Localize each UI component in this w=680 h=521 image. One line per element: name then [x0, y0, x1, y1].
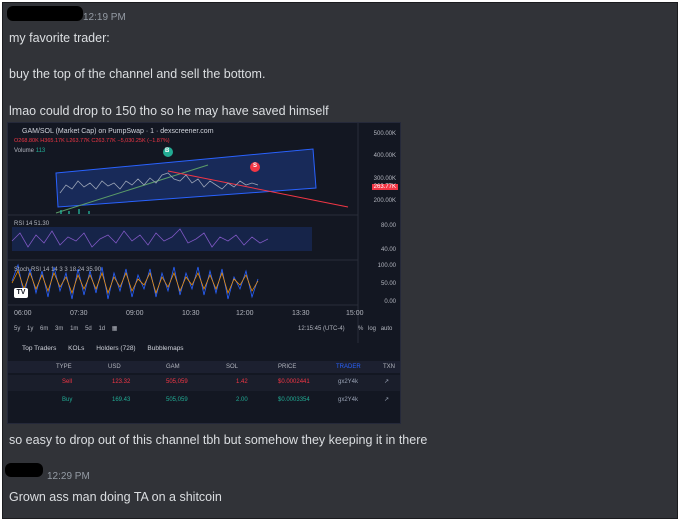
time-axis-label: 10:30 — [182, 310, 200, 317]
col-sol[interactable]: SOL — [226, 364, 238, 370]
volume-bars — [60, 209, 90, 214]
stoch-rsi-label: Stoch RSI 14 14 3 3 18.24 35.90 — [14, 267, 102, 273]
trade-usd: 123.32 — [112, 379, 131, 385]
time-axis-label: 13:30 — [292, 310, 310, 317]
range-selector: 5y 1y 6m 3m 1m 5d 1d ▦ — [14, 325, 117, 332]
message-text: so easy to drop out of this channel tbh … — [9, 433, 428, 447]
redacted-username — [7, 6, 83, 21]
external-link-icon[interactable]: ↗ — [384, 378, 389, 385]
trade-sol: 2.00 — [236, 397, 248, 403]
message-timestamp: 12:19 PM — [83, 12, 126, 23]
trader-link[interactable]: gx2Y4k — [338, 379, 358, 385]
chart-screenshot[interactable]: GAM/SOL (Market Cap) on PumpSwap · 1 · d… — [7, 122, 401, 424]
stoch-axis-label: 0.00 — [384, 299, 396, 305]
chart-clock: 12:15:45 (UTC-4) — [298, 326, 345, 332]
message-text: buy the top of the channel and sell the … — [9, 67, 266, 81]
rsi-axis-label: 40.00 — [380, 247, 396, 253]
message-text: lmao could drop to 150 tho so he may hav… — [9, 104, 329, 118]
price-axis-label: 500.00K — [373, 131, 396, 137]
tradingview-logo: TV — [14, 288, 28, 298]
col-trader[interactable]: TRADER — [336, 364, 361, 370]
tab-kols[interactable]: KOLs — [68, 345, 84, 352]
range-5d[interactable]: 5d — [85, 326, 92, 332]
scale-toggles: % log auto — [358, 326, 392, 332]
range-6m[interactable]: 6m — [40, 326, 48, 332]
current-price-tag: 263.77K — [371, 184, 398, 190]
time-axis-label: 15:00 — [346, 310, 364, 317]
redacted-username — [5, 463, 43, 477]
range-3m[interactable]: 3m — [55, 326, 63, 332]
range-1m[interactable]: 1m — [70, 326, 78, 332]
time-axis-label: 12:00 — [236, 310, 254, 317]
calendar-icon[interactable]: ▦ — [112, 326, 118, 332]
external-link-icon[interactable]: ↗ — [384, 396, 389, 403]
time-axis-label: 06:00 — [14, 310, 32, 317]
trade-price: $0.0002441 — [278, 379, 310, 385]
message-text: Grown ass man doing TA on a shitcoin — [9, 490, 222, 504]
percent-toggle[interactable]: % — [358, 326, 363, 332]
time-axis-label: 07:30 — [70, 310, 88, 317]
trade-usd: 169.43 — [112, 397, 131, 403]
col-type[interactable]: TYPE — [56, 364, 72, 370]
range-5y[interactable]: 5y — [14, 326, 20, 332]
rsi-label: RSI 14 51.30 — [14, 221, 50, 227]
chat-window: 12:19 PM my favorite trader: buy the top… — [2, 2, 678, 519]
range-1d[interactable]: 1d — [98, 326, 105, 332]
auto-toggle[interactable]: auto — [381, 326, 393, 332]
rsi-axis-label: 80.00 — [380, 223, 396, 229]
trend-channel — [55, 148, 317, 208]
trade-type: Sell — [62, 379, 73, 385]
trade-price: $0.0003354 — [278, 397, 310, 403]
message-timestamp: 12:29 PM — [47, 471, 90, 482]
trade-sol: 1.42 — [236, 379, 248, 385]
trader-link[interactable]: gx2Y4k — [338, 397, 358, 403]
col-gam[interactable]: GAM — [166, 364, 180, 370]
time-axis-label: 09:00 — [126, 310, 144, 317]
tab-top-traders[interactable]: Top Traders — [22, 345, 56, 352]
trade-type: Buy — [62, 397, 73, 403]
tab-bubblemaps[interactable]: Bubblemaps — [147, 345, 183, 352]
price-axis-label: 300.00K — [373, 176, 396, 182]
stoch-axis-label: 100.00 — [377, 263, 396, 269]
col-usd[interactable]: USD — [108, 364, 121, 370]
stoch-line-d — [11, 270, 259, 295]
trade-gam: 505,059 — [166, 379, 188, 385]
trade-tabs: Top Traders KOLs Holders (728) Bubblemap… — [22, 345, 194, 352]
price-axis-label: 200.00K — [373, 198, 396, 204]
range-1y[interactable]: 1y — [27, 326, 33, 332]
trade-gam: 505,059 — [166, 397, 188, 403]
buy-marker-label: B — [165, 148, 170, 154]
col-txn[interactable]: TXN — [383, 364, 395, 370]
message-text: my favorite trader: — [9, 31, 110, 45]
col-price[interactable]: PRICE — [278, 364, 296, 370]
stoch-axis-label: 50.00 — [380, 281, 396, 287]
price-axis-label: 400.00K — [373, 153, 396, 159]
log-toggle[interactable]: log — [368, 326, 376, 332]
sell-marker-label: S — [253, 163, 258, 169]
tab-holders[interactable]: Holders (728) — [96, 345, 135, 352]
